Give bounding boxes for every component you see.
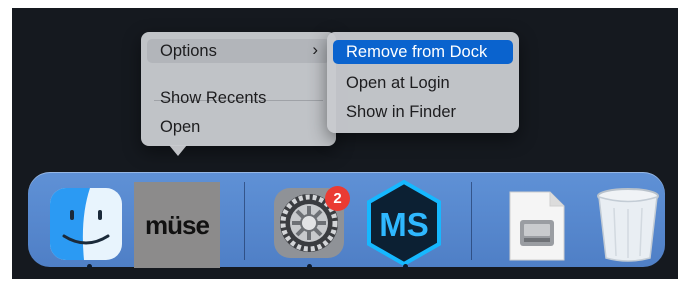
menu-item-label: Remove from Dock xyxy=(346,42,488,61)
menu-item-label: Show in Finder xyxy=(346,102,457,121)
running-indicator xyxy=(403,264,408,269)
menu-item-options[interactable]: Options › xyxy=(147,39,330,63)
muse-icon[interactable]: müse xyxy=(134,182,220,268)
running-indicator xyxy=(307,264,312,269)
disk-image-icon[interactable] xyxy=(508,190,566,262)
dock-context-menu: Options › Show Recents Open xyxy=(141,32,336,146)
finder-icon[interactable] xyxy=(50,188,122,260)
trash-icon[interactable] xyxy=(594,186,662,264)
notification-badge: 2 xyxy=(325,186,350,211)
ms-hexagon-icon[interactable]: MS xyxy=(366,179,442,267)
menu-item-label: Open at Login xyxy=(346,73,450,92)
dock-separator xyxy=(471,182,472,260)
dock xyxy=(28,172,665,267)
menu-item-remove-from-dock[interactable]: Remove from Dock xyxy=(333,40,513,64)
menu-item-label: Show Recents xyxy=(160,88,267,107)
menu-item-open[interactable]: Open xyxy=(147,115,330,139)
chevron-right-icon: › xyxy=(312,40,318,59)
menu-item-show-in-finder[interactable]: Show in Finder xyxy=(333,100,513,124)
muse-logo-text: müse xyxy=(145,209,210,240)
dock-separator xyxy=(244,182,245,260)
options-submenu: Remove from Dock Open at Login Show in F… xyxy=(327,32,519,133)
menu-item-open-at-login[interactable]: Open at Login xyxy=(333,71,513,95)
menu-item-label: Open xyxy=(160,117,201,136)
ms-logo-text: MS xyxy=(379,206,429,243)
menu-item-show-recents[interactable]: Show Recents xyxy=(147,86,330,110)
running-indicator xyxy=(87,264,92,269)
menu-pointer xyxy=(169,145,187,156)
menu-item-label: Options xyxy=(160,41,217,60)
